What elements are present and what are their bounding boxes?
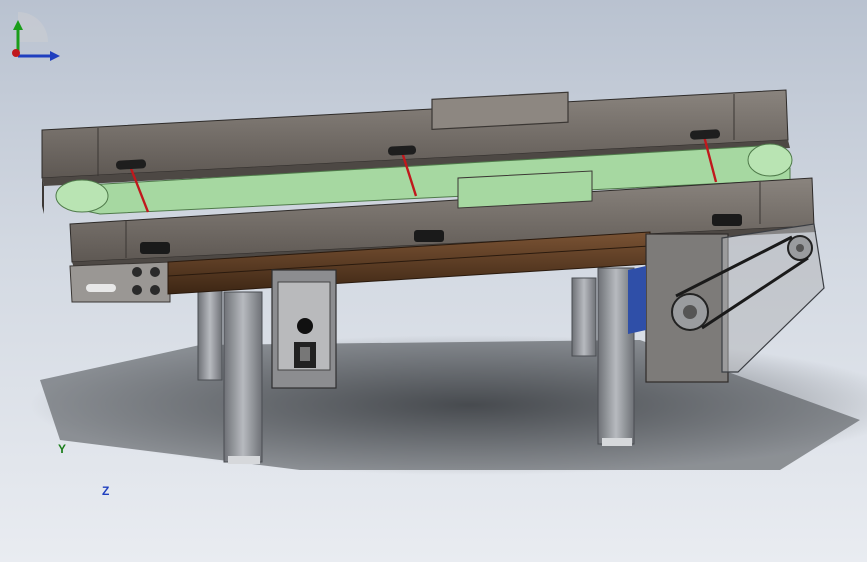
- end-plate: [69, 261, 171, 303]
- y-axis-label: Y: [58, 442, 67, 456]
- speed-knob-icon[interactable]: [297, 318, 313, 334]
- z-axis-label: Z: [102, 484, 110, 498]
- control-box[interactable]: [271, 269, 337, 389]
- coordinate-triad-icon: [12, 12, 60, 61]
- x-axis-dot-icon: [12, 49, 20, 57]
- graphics-viewport[interactable]: Y Z: [0, 0, 867, 562]
- model-canvas[interactable]: [0, 0, 867, 562]
